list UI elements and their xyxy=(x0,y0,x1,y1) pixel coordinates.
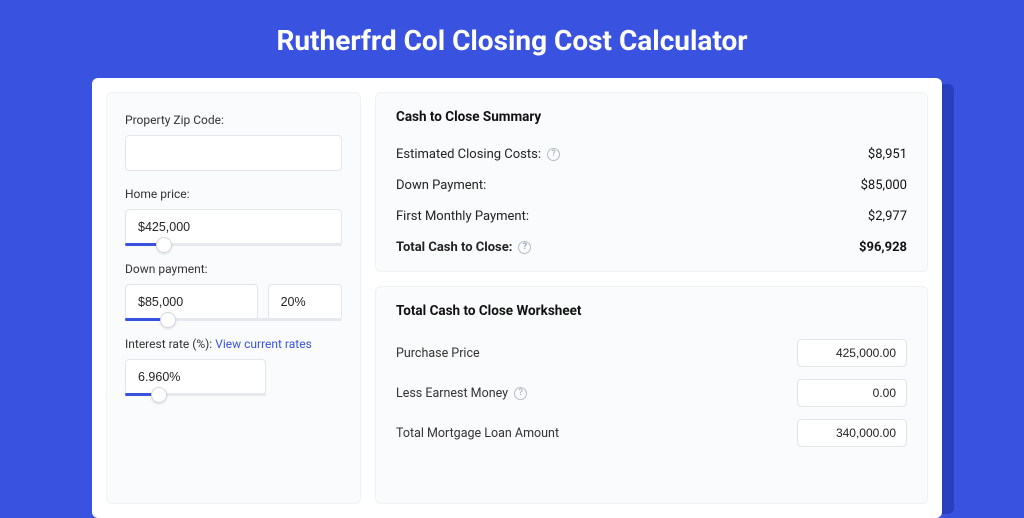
worksheet-row: Purchase Price xyxy=(396,333,907,373)
summary-row-label: Down Payment: xyxy=(396,178,486,193)
down-payment-pct-input[interactable] xyxy=(268,284,342,320)
summary-total-value: $96,928 xyxy=(859,240,907,255)
summary-row-label: Estimated Closing Costs: xyxy=(396,147,541,162)
worksheet-row-input[interactable] xyxy=(797,419,907,447)
zip-group: Property Zip Code: xyxy=(125,113,342,171)
summary-panel: Cash to Close Summary Estimated Closing … xyxy=(375,92,928,272)
worksheet-row-input[interactable] xyxy=(797,379,907,407)
down-payment-group: Down payment: xyxy=(125,262,342,321)
worksheet-row-input[interactable] xyxy=(797,339,907,367)
help-icon[interactable]: ? xyxy=(514,387,527,400)
worksheet-row-label: Total Mortgage Loan Amount xyxy=(396,426,559,441)
worksheet-row: Less Earnest Money ? xyxy=(396,373,907,413)
summary-total-label: Total Cash to Close: xyxy=(396,240,512,255)
help-icon[interactable]: ? xyxy=(547,148,560,161)
worksheet-panel: Total Cash to Close Worksheet Purchase P… xyxy=(375,286,928,504)
help-icon[interactable]: ? xyxy=(518,241,531,254)
worksheet-row-label: Less Earnest Money xyxy=(396,386,508,401)
interest-input[interactable] xyxy=(125,359,266,395)
down-payment-slider[interactable] xyxy=(125,318,342,321)
interest-slider[interactable] xyxy=(125,393,266,396)
interest-label: Interest rate (%): View current rates xyxy=(125,337,342,351)
worksheet-row: Total Mortgage Loan Amount xyxy=(396,413,907,453)
summary-row: Down Payment: $85,000 xyxy=(396,170,907,201)
down-payment-input[interactable] xyxy=(125,284,258,320)
summary-row-label: First Monthly Payment: xyxy=(396,209,529,224)
summary-row-value: $8,951 xyxy=(868,147,907,162)
results-column: Cash to Close Summary Estimated Closing … xyxy=(375,92,928,504)
worksheet-title: Total Cash to Close Worksheet xyxy=(396,303,907,319)
summary-row-value: $2,977 xyxy=(868,209,907,224)
summary-row-value: $85,000 xyxy=(861,178,907,193)
summary-row: Estimated Closing Costs: ? $8,951 xyxy=(396,139,907,170)
home-price-label: Home price: xyxy=(125,187,342,201)
calculator-card: Property Zip Code: Home price: Down paym… xyxy=(92,78,942,518)
summary-title: Cash to Close Summary xyxy=(396,109,907,125)
summary-row: First Monthly Payment: $2,977 xyxy=(396,201,907,232)
down-payment-label: Down payment: xyxy=(125,262,342,276)
interest-group: Interest rate (%): View current rates xyxy=(125,337,342,396)
interest-label-text: Interest rate (%): xyxy=(125,337,212,351)
view-rates-link[interactable]: View current rates xyxy=(215,337,312,351)
home-price-group: Home price: xyxy=(125,187,342,246)
summary-total-row: Total Cash to Close: ? $96,928 xyxy=(396,232,907,263)
inputs-panel: Property Zip Code: Home price: Down paym… xyxy=(106,92,361,504)
page-title: Rutherfrd Col Closing Cost Calculator xyxy=(0,0,1024,79)
zip-label: Property Zip Code: xyxy=(125,113,342,127)
zip-input[interactable] xyxy=(125,135,342,171)
home-price-slider[interactable] xyxy=(125,243,342,246)
worksheet-row-label: Purchase Price xyxy=(396,346,480,361)
